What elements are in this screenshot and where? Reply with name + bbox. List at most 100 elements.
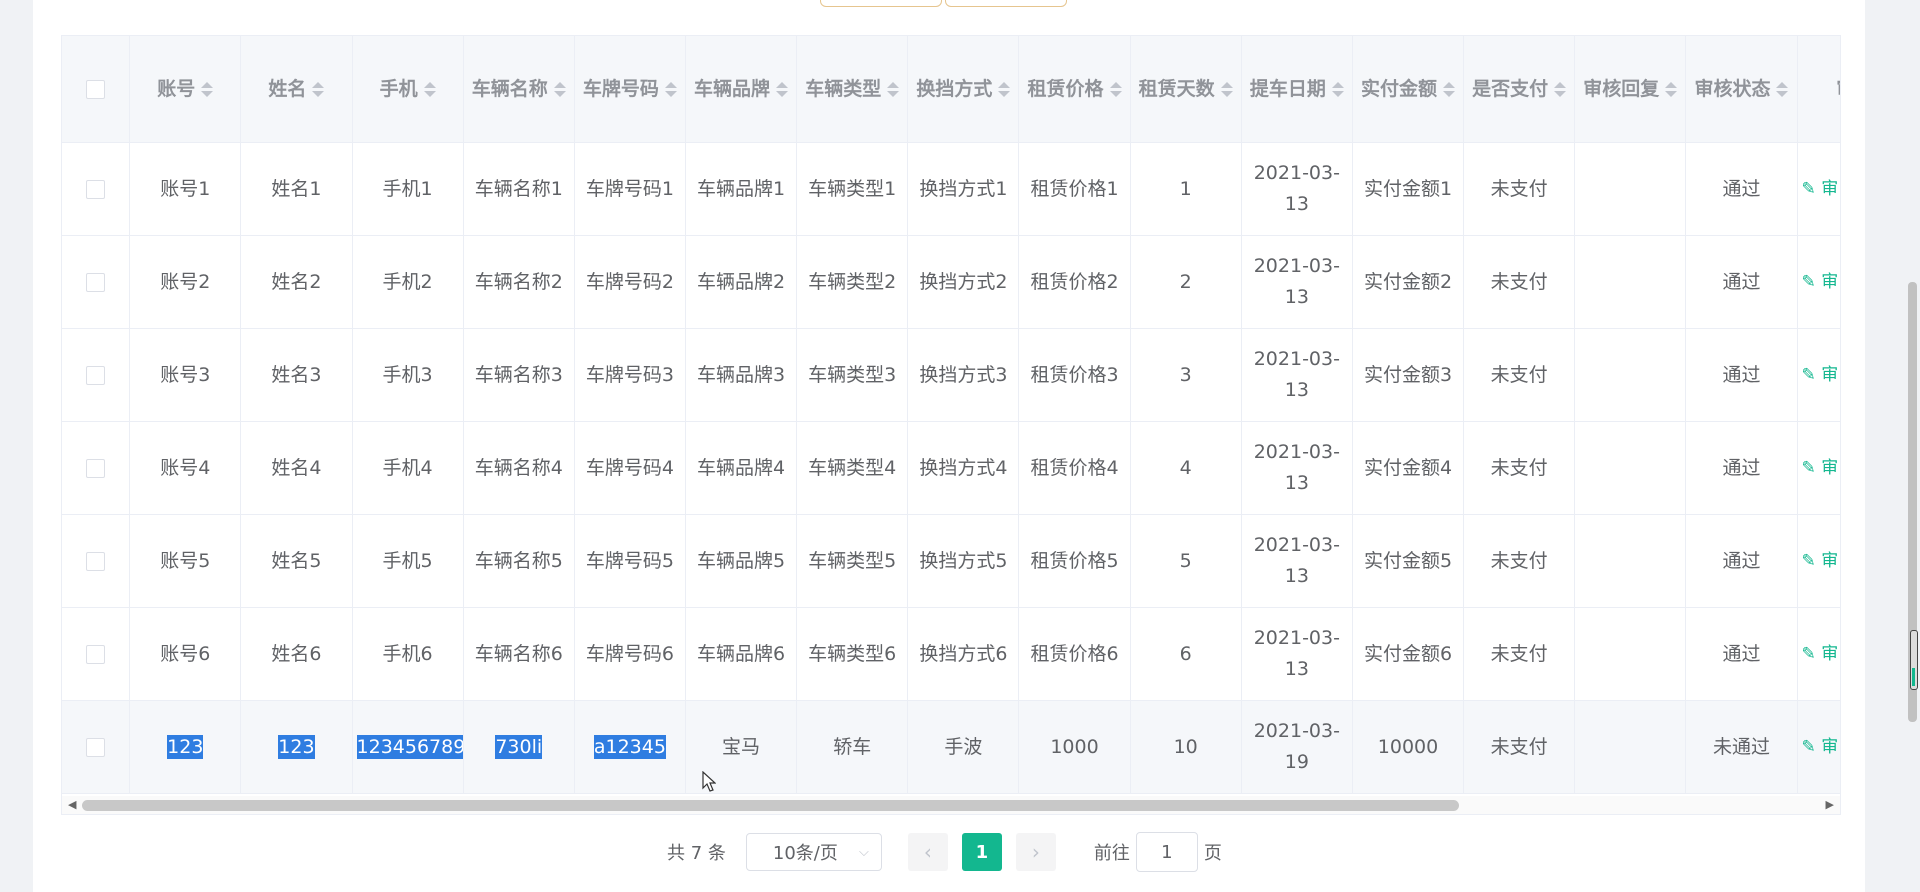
- row-checkbox[interactable]: [86, 272, 106, 292]
- review-button[interactable]: ✎ 审: [1802, 551, 1839, 571]
- cell-text: 未支付: [1490, 177, 1548, 200]
- table-cell: 姓名6: [240, 607, 353, 701]
- prev-page-button[interactable]: ‹: [907, 833, 948, 871]
- column-header[interactable]: 车牌号码: [574, 36, 686, 143]
- review-button[interactable]: ✎ 审: [1802, 737, 1839, 757]
- data-table: 账号 姓名 手机 车辆名称 车牌号码 车辆品牌 车辆类型 换挡方式 租赁价格 租赁天数 提车日期 实付…: [61, 35, 1841, 815]
- table-cell: 实付金额1: [1352, 142, 1465, 236]
- goto-page-input[interactable]: 1: [1135, 832, 1198, 872]
- sort-icon[interactable]: [998, 81, 1011, 97]
- column-header[interactable]: 车辆品牌: [685, 36, 798, 143]
- cell-text: 车牌号码2: [585, 270, 674, 293]
- column-header[interactable]: 换挡方式: [907, 36, 1020, 143]
- sort-icon[interactable]: [1331, 81, 1344, 97]
- cell-text: 车辆名称3: [474, 363, 563, 386]
- row-checkbox[interactable]: [86, 551, 106, 571]
- table-row[interactable]: 账号4 姓名4 手机4 车辆名称4 车牌号码4 车辆品牌4 车辆类型4 换挡方式4 租赁价格4 4…: [62, 421, 1840, 515]
- top-button-stub[interactable]: [820, 0, 942, 7]
- review-button[interactable]: ✎ 审: [1802, 458, 1839, 478]
- column-header[interactable]: 审核回复: [1574, 36, 1687, 143]
- row-checkbox[interactable]: [86, 458, 106, 478]
- table-cell: 车辆品牌6: [685, 607, 798, 701]
- cell-text: 实付金额5: [1363, 549, 1453, 572]
- table-cell: 姓名3: [240, 328, 353, 422]
- action-cell: ✎ 审: [1797, 235, 1840, 329]
- cell-text: 车辆品牌2: [697, 270, 786, 293]
- sort-icon[interactable]: [776, 81, 789, 97]
- cell-text: 租赁价格3: [1030, 363, 1119, 386]
- sort-icon[interactable]: [1776, 81, 1789, 97]
- table-row[interactable]: 123 123 12345678910 730li a12345 宝马 轿车 手波 1000 10…: [62, 700, 1840, 794]
- table-row[interactable]: 账号2 姓名2 手机2 车辆名称2 车牌号码2 车辆品牌2 车辆类型2 换挡方式2 租赁价格2 2…: [62, 235, 1840, 329]
- column-header[interactable]: 是否支付: [1463, 36, 1576, 143]
- sort-icon[interactable]: [1220, 81, 1233, 97]
- table-row[interactable]: 账号1 姓名1 手机1 车辆名称1 车牌号码1 车辆品牌1 车辆类型1 换挡方式1 租赁价格1 1…: [62, 142, 1840, 236]
- table-cell: 未支付: [1463, 700, 1576, 794]
- table-cell: 12345678910: [352, 700, 464, 794]
- column-header[interactable]: 审核: [1797, 36, 1840, 143]
- top-button-stub[interactable]: [945, 0, 1067, 7]
- table-cell: 车牌号码2: [574, 235, 686, 329]
- review-button[interactable]: ✎ 审: [1802, 179, 1839, 199]
- column-header[interactable]: 租赁价格: [1018, 36, 1131, 143]
- table-cell: 2021-03-13: [1241, 514, 1353, 608]
- table-row[interactable]: 账号3 姓名3 手机3 车辆名称3 车牌号码3 车辆品牌3 车辆类型3 换挡方式3 租赁价格3 3…: [62, 328, 1840, 422]
- table-cell: 车牌号码4: [574, 421, 686, 515]
- sort-icon[interactable]: [201, 81, 214, 97]
- column-header[interactable]: 提车日期: [1241, 36, 1353, 143]
- table-cell: 租赁价格4: [1018, 421, 1131, 515]
- column-header[interactable]: 租赁天数: [1130, 36, 1242, 143]
- chevron-right-icon: ›: [1031, 840, 1040, 864]
- table-cell: 通过: [1685, 607, 1798, 701]
- row-checkbox[interactable]: [86, 737, 106, 757]
- column-header[interactable]: 车辆名称: [463, 36, 575, 143]
- column-header[interactable]: 车辆类型: [796, 36, 909, 143]
- next-page-button[interactable]: ›: [1015, 833, 1056, 871]
- table-cell: 车辆名称1: [463, 142, 575, 236]
- page-number-current[interactable]: 1: [961, 833, 1002, 871]
- column-header[interactable]: 姓名: [240, 36, 353, 143]
- sort-icon[interactable]: [1665, 81, 1678, 97]
- row-select-cell: [62, 235, 131, 329]
- cell-text: 手机3: [382, 363, 433, 386]
- column-header-label: 车牌号码: [582, 77, 659, 100]
- sort-icon[interactable]: [1443, 81, 1455, 97]
- review-button[interactable]: ✎ 审: [1802, 272, 1839, 292]
- sort-icon[interactable]: [1554, 81, 1567, 97]
- review-button[interactable]: ✎ 审: [1802, 365, 1839, 385]
- table-cell: 车辆品牌1: [685, 142, 798, 236]
- select-all-checkbox[interactable]: [86, 79, 106, 99]
- cell-text: 租赁价格1: [1030, 177, 1119, 200]
- column-header-label: 是否支付: [1472, 77, 1549, 100]
- column-header[interactable]: 审核状态: [1685, 36, 1798, 143]
- sort-icon[interactable]: [664, 81, 677, 97]
- horizontal-scroll-thumb[interactable]: [82, 800, 1459, 811]
- cell-text: 车辆名称6: [474, 642, 563, 665]
- scroll-left-icon[interactable]: ◀: [68, 798, 76, 811]
- cell-text: 2021-03-19: [1253, 720, 1340, 773]
- scroll-right-icon[interactable]: ▶: [1826, 798, 1834, 811]
- table-body: 账号1 姓名1 手机1 车辆名称1 车牌号码1 车辆品牌1 车辆类型1 换挡方式1 租赁价格1 1…: [62, 142, 1840, 794]
- column-header[interactable]: 账号: [129, 36, 242, 143]
- review-button[interactable]: ✎ 审: [1802, 644, 1839, 664]
- table-cell: 通过: [1685, 328, 1798, 422]
- table-row[interactable]: 账号5 姓名5 手机5 车辆名称5 车牌号码5 车辆品牌5 车辆类型5 换挡方式5 租赁价格5 5…: [62, 514, 1840, 608]
- column-header-label: 换挡方式: [916, 77, 993, 100]
- page-size-value: 10条/页: [772, 843, 838, 864]
- page-suffix: 页: [1203, 843, 1222, 864]
- table-row[interactable]: 账号6 姓名6 手机6 车辆名称6 车牌号码6 车辆品牌6 车辆类型6 换挡方式6 租赁价格6 6…: [62, 607, 1840, 701]
- sort-icon[interactable]: [1109, 81, 1122, 97]
- column-header[interactable]: 实付金额: [1352, 36, 1465, 143]
- table-cell: 换挡方式4: [907, 421, 1020, 515]
- horizontal-scrollbar[interactable]: ◀ ▶: [62, 796, 1840, 814]
- table-cell: 10: [1130, 700, 1242, 794]
- column-header[interactable]: 手机: [352, 36, 464, 143]
- sort-icon[interactable]: [423, 81, 436, 97]
- sort-icon[interactable]: [553, 81, 566, 97]
- sort-icon[interactable]: [312, 81, 325, 97]
- row-checkbox[interactable]: [86, 179, 106, 199]
- page-size-select[interactable]: 10条/页 ⌵: [745, 833, 882, 871]
- sort-icon[interactable]: [887, 81, 900, 97]
- row-checkbox[interactable]: [86, 644, 106, 664]
- row-checkbox[interactable]: [86, 365, 106, 385]
